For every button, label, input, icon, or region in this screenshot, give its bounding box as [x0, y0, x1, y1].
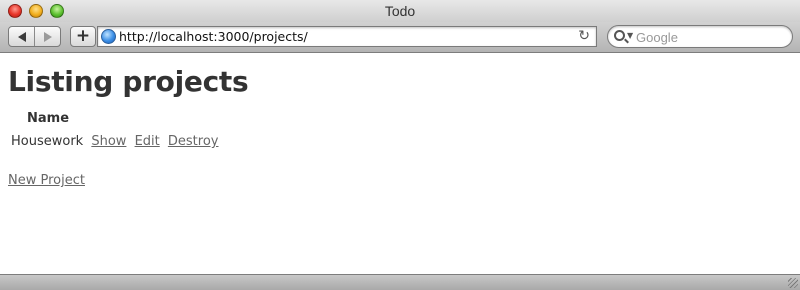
back-arrow-icon [17, 31, 26, 42]
page-content: Listing projects Name Housework Show Edi… [0, 54, 800, 274]
project-name: Housework [11, 134, 84, 149]
window-titlebar: Todo [0, 0, 800, 22]
search-input[interactable] [636, 29, 786, 45]
navigation-buttons [8, 26, 61, 47]
edit-link[interactable]: Edit [135, 134, 160, 149]
back-button[interactable] [9, 27, 34, 46]
page-title: Listing projects [8, 65, 249, 98]
globe-icon [101, 29, 116, 44]
browser-toolbar: + http://localhost:3000/projects/ ↻ ▼ [0, 22, 800, 53]
address-bar[interactable]: http://localhost:3000/projects/ ↻ [97, 26, 597, 47]
forward-arrow-icon [43, 31, 52, 42]
destroy-link[interactable]: Destroy [168, 134, 219, 149]
column-header-name: Name [27, 111, 70, 126]
table-row: Housework Show Edit Destroy [11, 134, 222, 149]
reload-icon[interactable]: ↻ [578, 28, 590, 44]
search-icon[interactable] [614, 30, 625, 41]
search-dropdown-icon[interactable]: ▼ [627, 31, 633, 40]
new-project-link[interactable]: New Project [8, 173, 85, 188]
resize-grip-icon[interactable] [788, 278, 798, 288]
url-text[interactable]: http://localhost:3000/projects/ [119, 29, 308, 44]
search-box[interactable]: ▼ [607, 25, 793, 48]
show-link[interactable]: Show [91, 134, 126, 149]
window-title: Todo [384, 3, 416, 19]
status-bar [0, 274, 800, 290]
add-bookmark-button[interactable]: + [70, 26, 96, 47]
forward-button[interactable] [34, 27, 60, 46]
